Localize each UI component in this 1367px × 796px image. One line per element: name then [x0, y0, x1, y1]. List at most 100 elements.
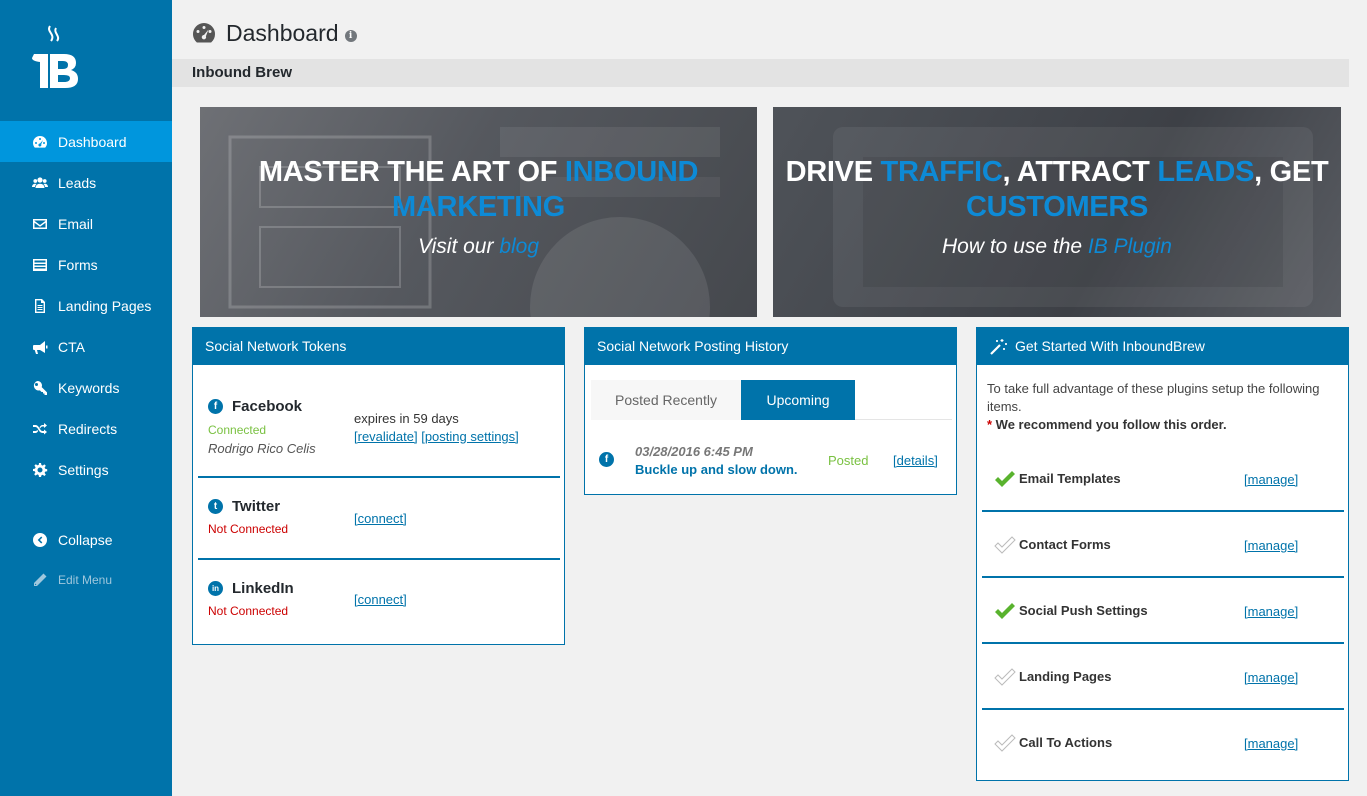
- headline-text: , ATTRACT: [1002, 156, 1158, 188]
- collapse-label: Collapse: [58, 532, 113, 548]
- tab-upcoming[interactable]: Upcoming: [741, 380, 855, 420]
- nav-item-cta[interactable]: CTA: [0, 326, 172, 367]
- page-title: Dashboard: [226, 19, 339, 46]
- facebook-icon: f: [599, 452, 614, 467]
- nav-label: Keywords: [58, 379, 120, 396]
- setup-item-row: Landing Pages [manage]: [982, 644, 1344, 710]
- linkedin-row: in LinkedIn Not Connected [connect]: [198, 560, 560, 642]
- revalidate-link[interactable]: [revalidate]: [354, 429, 418, 444]
- setup-item-label: Contact Forms: [1019, 537, 1111, 552]
- manage-link[interactable]: [manage]: [1244, 604, 1298, 619]
- shuffle-icon: [31, 421, 49, 437]
- panel-title: Social Network Tokens: [193, 328, 564, 365]
- checkmark-icon: [995, 603, 1015, 619]
- connection-status: Not Connected: [208, 604, 289, 618]
- connect-twitter-link[interactable]: [connect]: [354, 511, 407, 526]
- nav-item-leads[interactable]: Leads: [0, 162, 172, 203]
- twitter-icon: t: [208, 499, 223, 514]
- facebook-row: f Facebook Connected Rodrigo Rico Celis …: [198, 365, 560, 478]
- gauge-icon: [31, 134, 49, 150]
- envelope-icon: [31, 216, 49, 232]
- linkedin-icon: in: [208, 581, 223, 596]
- nav-label: Email: [58, 215, 94, 232]
- token-actions: [connect]: [354, 592, 407, 607]
- edit-menu-label: Edit Menu: [58, 573, 113, 587]
- tab-posted-recently[interactable]: Posted Recently: [591, 380, 741, 420]
- headline-highlight: MARKETING: [392, 191, 565, 223]
- nav-item-settings[interactable]: Settings: [0, 449, 172, 490]
- gauge-icon: [193, 23, 216, 43]
- checkmark-outline-icon: [994, 536, 1016, 554]
- magic-wand-icon: [990, 338, 1007, 355]
- connection-status: Not Connected: [208, 522, 289, 536]
- headline-text: MASTER THE ART OF: [258, 156, 565, 188]
- setup-item-row: Social Push Settings [manage]: [982, 578, 1344, 644]
- setup-item-label: Email Templates: [1019, 471, 1121, 486]
- headline-highlight: TRAFFIC: [880, 156, 1003, 188]
- info-icon[interactable]: i: [344, 30, 357, 42]
- headline-highlight: INBOUND: [564, 156, 699, 188]
- manage-link[interactable]: [manage]: [1244, 670, 1298, 685]
- chevron-left-circle-icon: [31, 532, 49, 548]
- history-tabs: Posted Recently Upcoming: [591, 380, 952, 420]
- edit-menu-button[interactable]: Edit Menu: [0, 560, 172, 600]
- marketing-blog-banner[interactable]: MASTER THE ART OF INBOUND MARKETING Visi…: [200, 107, 757, 317]
- banner-headline: DRIVE TRAFFIC, ATTRACT LEADS, GET CUSTOM…: [773, 155, 1341, 225]
- nav-label: CTA: [58, 338, 85, 355]
- sidebar-footer: Collapse Edit Menu: [0, 520, 172, 600]
- inbound-brew-logo[interactable]: [26, 24, 80, 92]
- posting-settings-link[interactable]: [posting settings]: [421, 429, 519, 444]
- nav-item-forms[interactable]: Forms: [0, 244, 172, 285]
- network-name: f Facebook: [208, 398, 302, 415]
- network-label: Facebook: [232, 398, 303, 415]
- posting-history-panel: Social Network Posting History Posted Re…: [584, 327, 957, 495]
- nav-label: Leads: [58, 174, 97, 191]
- subline-text: Visit our: [417, 235, 500, 258]
- key-icon: [31, 380, 49, 396]
- nav-label: Dashboard: [58, 133, 127, 150]
- ib-plugin-link[interactable]: IB Plugin: [1088, 235, 1172, 258]
- manage-link[interactable]: [manage]: [1244, 736, 1298, 751]
- blog-link[interactable]: blog: [499, 235, 539, 258]
- plugin-guide-banner[interactable]: DRIVE TRAFFIC, ATTRACT LEADS, GET CUSTOM…: [773, 107, 1341, 317]
- page-header: Dashboard i: [192, 18, 357, 48]
- network-label: LinkedIn: [232, 580, 294, 597]
- network-name: in LinkedIn: [208, 580, 294, 597]
- nav-item-email[interactable]: Email: [0, 203, 172, 244]
- collapse-menu-button[interactable]: Collapse: [0, 520, 172, 560]
- form-list-icon: [31, 257, 49, 273]
- post-message: Buckle up and slow down.: [635, 462, 798, 477]
- network-label: Twitter: [232, 498, 281, 515]
- nav-item-landing-pages[interactable]: Landing Pages: [0, 285, 172, 326]
- nav-item-dashboard[interactable]: Dashboard: [0, 121, 172, 162]
- intro-body: To take full advantage of these plugins …: [987, 381, 1320, 414]
- setup-item-label: Call To Actions: [1019, 735, 1113, 750]
- headline-highlight: CUSTOMERS: [965, 191, 1149, 223]
- manage-link[interactable]: [manage]: [1244, 472, 1298, 487]
- nav-item-keywords[interactable]: Keywords: [0, 367, 172, 408]
- connected-user: Rodrigo Rico Celis: [208, 441, 316, 456]
- manage-link[interactable]: [manage]: [1244, 538, 1298, 553]
- post-status: Posted: [828, 453, 869, 468]
- nav-item-redirects[interactable]: Redirects: [0, 408, 172, 449]
- checkmark-outline-icon: [994, 734, 1016, 752]
- social-tokens-panel: Social Network Tokens f Facebook Connect…: [192, 327, 565, 645]
- banner-subline: Visit our blog: [200, 235, 757, 259]
- banner-subline: How to use the IB Plugin: [773, 235, 1341, 259]
- users-icon: [31, 175, 49, 191]
- banner-headline: MASTER THE ART OF INBOUND MARKETING: [200, 155, 757, 225]
- setup-item-label: Social Push Settings: [1019, 603, 1148, 618]
- panel-title: Social Network Posting History: [585, 328, 956, 365]
- pencil-icon: [31, 572, 49, 588]
- nav-label: Forms: [58, 256, 98, 273]
- document-icon: [31, 298, 49, 314]
- panel-header: Get Started With InboundBrew: [977, 328, 1348, 365]
- connect-linkedin-link[interactable]: [connect]: [354, 592, 407, 607]
- main-nav: Dashboard Leads Email Forms Landing Page…: [0, 121, 172, 490]
- recommendation: We recommend you follow this order.: [992, 417, 1227, 432]
- checkmark-icon: [995, 471, 1015, 487]
- headline-highlight: LEADS: [1157, 156, 1255, 188]
- section-title: Inbound Brew: [172, 59, 1349, 87]
- post-details-link[interactable]: [details]: [893, 453, 938, 468]
- token-expiry: expires in 59 days: [354, 411, 459, 426]
